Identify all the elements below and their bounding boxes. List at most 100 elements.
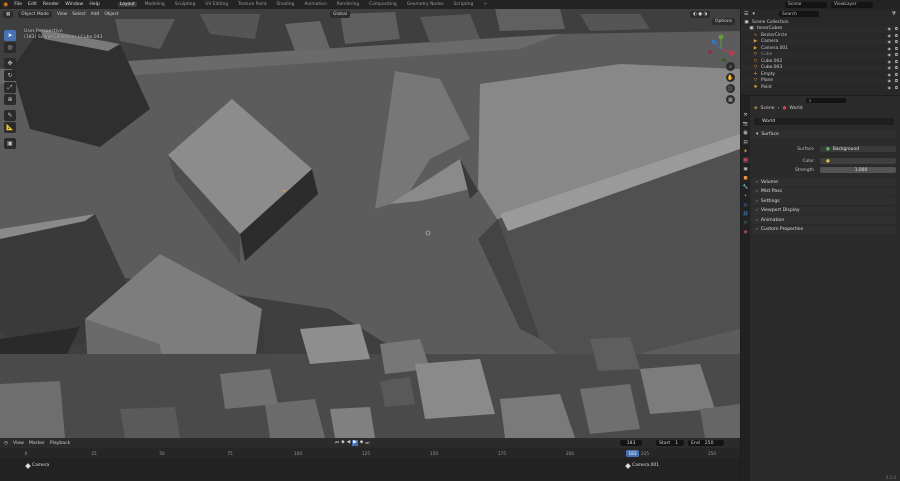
- prev-keyframe-icon[interactable]: ◆: [341, 440, 345, 446]
- end-frame-field[interactable]: End 250: [688, 440, 724, 446]
- volume-panel-header[interactable]: › Volume: [752, 178, 896, 186]
- viewport-menu-select[interactable]: Select: [72, 12, 86, 17]
- particles-tab-icon[interactable]: ✦: [743, 193, 749, 199]
- outliner-editor-icon[interactable]: ☰: [744, 11, 748, 17]
- tab-animation[interactable]: Animation: [302, 2, 328, 7]
- world-tab-icon[interactable]: ●: [742, 157, 749, 163]
- annotate-tool-icon[interactable]: ✎: [4, 110, 16, 121]
- jump-end-icon[interactable]: ⏭: [365, 440, 369, 446]
- camera-view-icon[interactable]: 🎥: [726, 84, 735, 93]
- play-icon[interactable]: ▶: [352, 440, 358, 446]
- tab-geometry-nodes[interactable]: Geometry Nodes: [405, 2, 446, 7]
- outliner-item[interactable]: ✺ Point ◉ ◘: [741, 84, 900, 91]
- surface-shader-field[interactable]: ● Background: [820, 146, 896, 152]
- visibility-eye-icon[interactable]: ◉: [888, 46, 892, 51]
- navigation-gizmo[interactable]: [706, 34, 736, 64]
- timeline-marker[interactable]: Camera.001: [625, 462, 659, 469]
- viewport-menu-object[interactable]: Object: [104, 12, 118, 17]
- render-camera-icon[interactable]: ◘: [895, 33, 898, 38]
- physics-tab-icon[interactable]: ◎: [743, 202, 749, 208]
- render-camera-icon[interactable]: ◘: [895, 26, 898, 31]
- orientation-selector[interactable]: Global: [330, 10, 351, 18]
- 3d-viewport[interactable]: [0, 9, 740, 438]
- viewport-menu-add[interactable]: Add: [91, 12, 100, 17]
- tab-rendering[interactable]: Rendering: [335, 2, 361, 7]
- render-camera-icon[interactable]: ◘: [895, 59, 898, 64]
- color-field[interactable]: ●: [820, 158, 896, 164]
- current-frame-field[interactable]: 183: [620, 440, 642, 446]
- rotate-tool-icon[interactable]: ↻: [4, 70, 16, 81]
- menu-edit[interactable]: Edit: [28, 2, 37, 7]
- jump-start-icon[interactable]: ⏮: [335, 440, 339, 446]
- visibility-eye-icon[interactable]: ◉: [888, 52, 892, 57]
- custom-properties-panel-header[interactable]: › Custom Properties: [752, 225, 896, 234]
- measure-tool-icon[interactable]: 📐: [4, 122, 16, 133]
- visibility-eye-icon[interactable]: ◉: [888, 39, 892, 44]
- output-tab-icon[interactable]: 🖶: [743, 130, 749, 136]
- next-keyframe-icon[interactable]: ◆: [360, 440, 364, 446]
- blender-logo-icon[interactable]: ◉: [3, 1, 8, 8]
- tab-modeling[interactable]: Modeling: [143, 2, 167, 7]
- render-camera-icon[interactable]: ◘: [895, 39, 898, 44]
- start-frame-field[interactable]: Start 1: [656, 440, 684, 446]
- render-camera-icon[interactable]: ◘: [895, 85, 898, 90]
- mist-pass-panel-header[interactable]: › Mist Pass: [752, 187, 896, 196]
- surface-panel-header[interactable]: ▾ Surface: [752, 130, 896, 138]
- data-tab-icon[interactable]: ▽: [743, 220, 749, 226]
- menu-file[interactable]: File: [14, 2, 22, 7]
- filter-icon[interactable]: ⧩: [892, 11, 896, 17]
- constraints-tab-icon[interactable]: ⛓: [743, 211, 749, 217]
- tab-texture-paint[interactable]: Texture Paint: [236, 2, 268, 7]
- shading-buttons[interactable]: ◐ ● ◑: [690, 10, 711, 18]
- view-layer-selector[interactable]: ViewLayer: [831, 1, 873, 8]
- tab-uv-editing[interactable]: UV Editing: [203, 2, 230, 7]
- playhead[interactable]: 183: [626, 450, 639, 457]
- transform-tool-icon[interactable]: ⊕: [4, 94, 16, 105]
- timeline-marker[interactable]: Camera: [25, 462, 49, 469]
- grid-view-icon[interactable]: ▦: [726, 95, 735, 104]
- properties-search-input[interactable]: ⌕: [806, 98, 846, 104]
- scene-selector[interactable]: Scene: [785, 1, 827, 8]
- visibility-eye-icon[interactable]: ◉: [888, 26, 892, 31]
- visibility-eye-icon[interactable]: ◉: [888, 33, 892, 38]
- menu-render[interactable]: Render: [43, 2, 59, 7]
- options-button[interactable]: Options: [712, 18, 735, 25]
- cursor-tool-icon[interactable]: ◎: [4, 42, 16, 53]
- world-selector[interactable]: World: [754, 118, 894, 125]
- collection-tab-icon[interactable]: ▣: [743, 166, 749, 172]
- viewport-display-panel-header[interactable]: › Viewport Display: [752, 206, 896, 215]
- menu-help[interactable]: Help: [89, 2, 99, 7]
- timeline-menu-view[interactable]: View: [13, 441, 24, 446]
- viewport-menu-view[interactable]: View: [57, 12, 67, 17]
- render-camera-icon[interactable]: ◘: [895, 72, 898, 77]
- add-workspace-icon[interactable]: +: [481, 2, 489, 7]
- visibility-eye-icon[interactable]: ◉: [888, 72, 892, 77]
- timeline-menu-marker[interactable]: Marker: [29, 441, 45, 446]
- outliner-search-input[interactable]: Search: [779, 11, 819, 17]
- tab-layout[interactable]: Layout: [117, 2, 137, 7]
- tab-compositing[interactable]: Compositing: [367, 2, 399, 7]
- animation-panel-header[interactable]: › Animation: [752, 216, 896, 224]
- tool-tab-icon[interactable]: ⚒: [743, 112, 749, 118]
- editor-type-button[interactable]: ▦: [3, 10, 14, 18]
- visibility-eye-icon[interactable]: ◉: [888, 65, 892, 70]
- material-tab-icon[interactable]: ◉: [743, 229, 749, 235]
- render-camera-icon[interactable]: ◘: [895, 65, 898, 70]
- render-camera-icon[interactable]: ◘: [895, 46, 898, 51]
- render-tab-icon[interactable]: 📷: [743, 121, 749, 127]
- settings-panel-header[interactable]: › Settings: [752, 197, 896, 205]
- tab-shading[interactable]: Shading: [275, 2, 297, 7]
- move-tool-icon[interactable]: ✥: [4, 58, 16, 69]
- scale-tool-icon[interactable]: ⤢: [4, 82, 16, 93]
- visibility-eye-icon[interactable]: ◉: [888, 85, 892, 90]
- render-camera-icon[interactable]: ◘: [895, 52, 898, 57]
- menu-window[interactable]: Window: [65, 2, 83, 7]
- object-tab-icon[interactable]: ■: [743, 175, 749, 181]
- scene-tab-icon[interactable]: ◈: [743, 148, 749, 154]
- zoom-icon[interactable]: ⌕: [726, 62, 735, 71]
- view-layer-tab-icon[interactable]: ▤: [743, 139, 749, 145]
- mode-selector[interactable]: Object Mode: [18, 10, 52, 18]
- select-box-tool-icon[interactable]: ➤: [4, 30, 16, 41]
- timeline-editor-icon[interactable]: ◷: [4, 441, 8, 446]
- strength-field[interactable]: 1.000: [820, 167, 896, 173]
